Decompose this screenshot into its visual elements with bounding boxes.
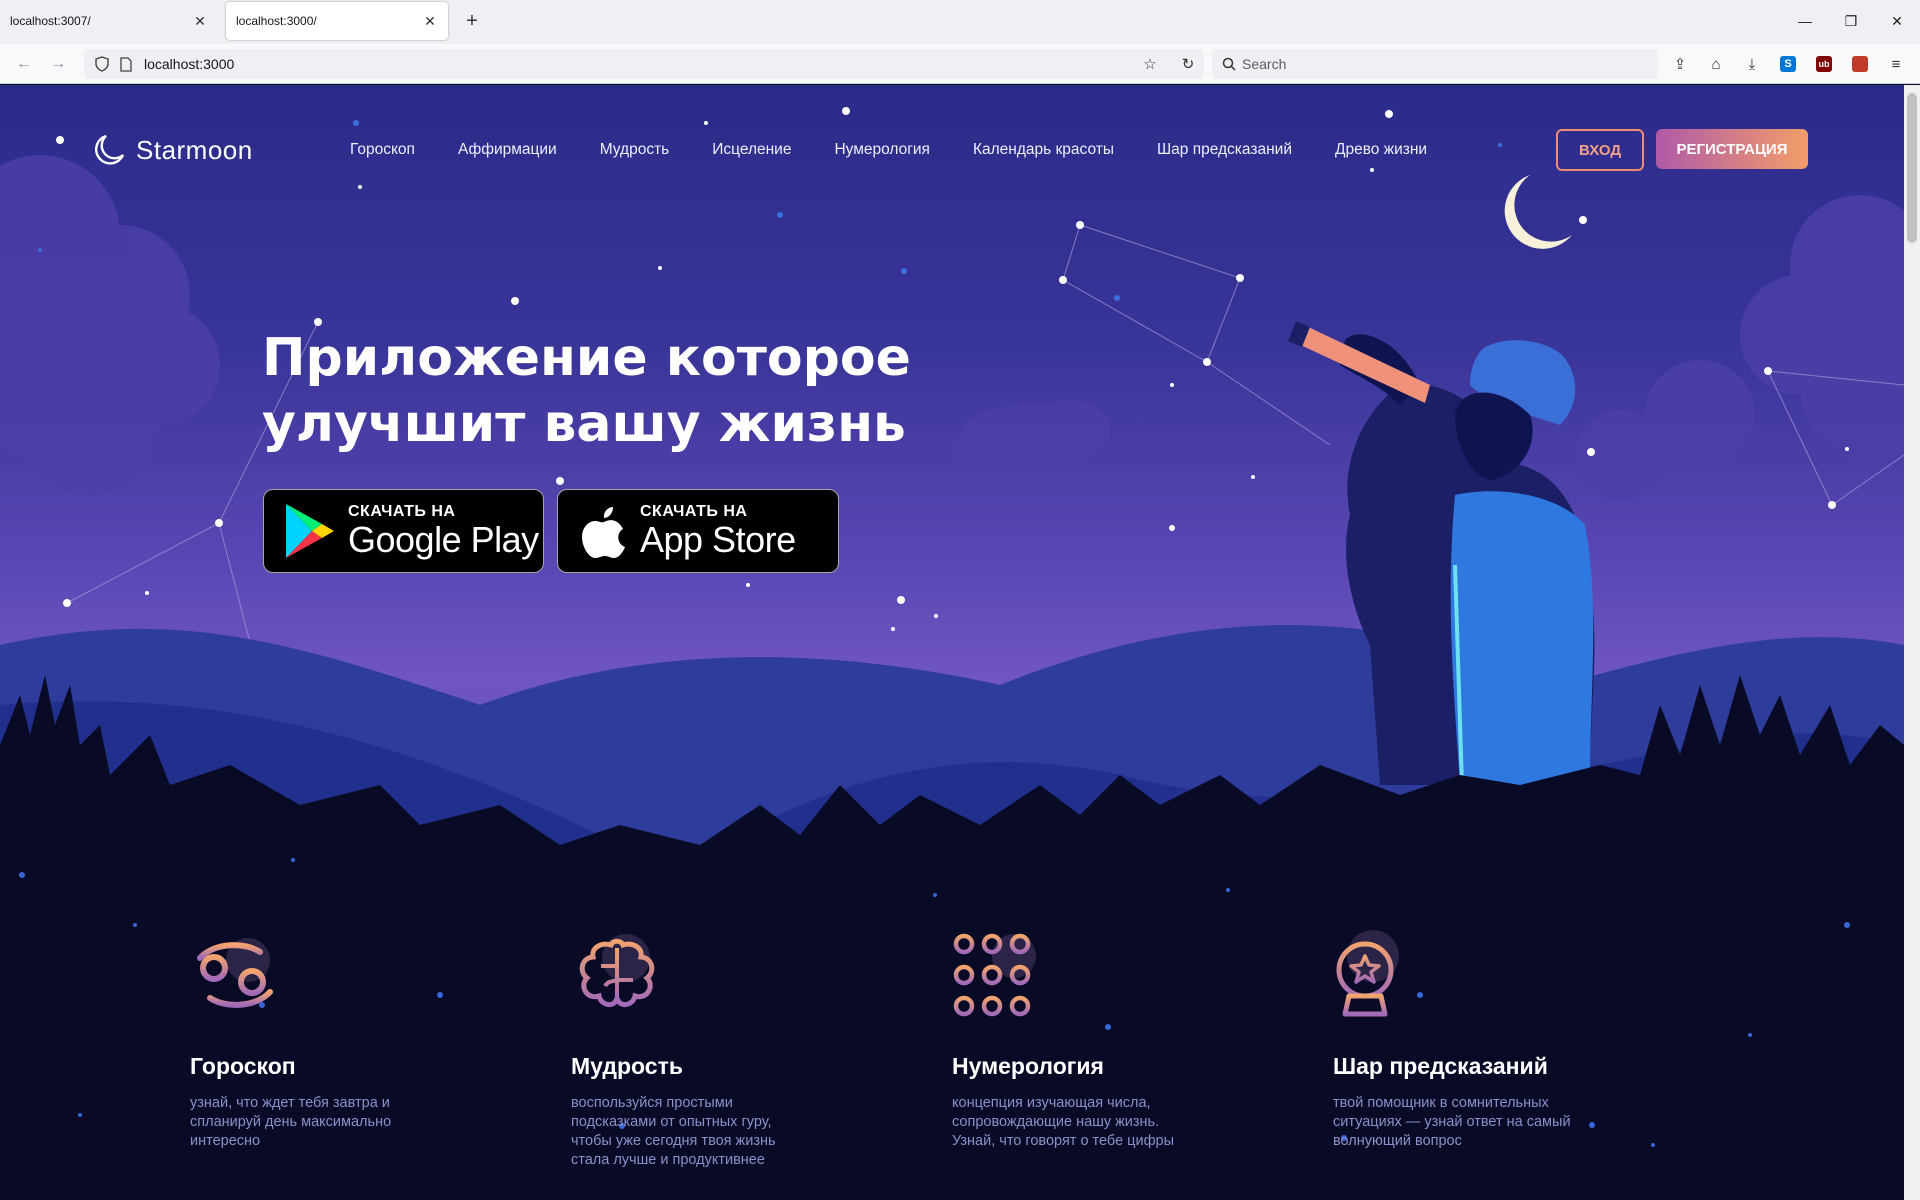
search-icon	[1222, 57, 1236, 71]
moon-icon	[1504, 175, 1572, 249]
headline-line-2: улучшит вашу жизнь	[262, 394, 906, 454]
close-tab-icon[interactable]: ✕	[422, 13, 438, 29]
feature-title: Шар предсказаний	[1333, 1053, 1548, 1079]
feature-description: воспользуйся простыми подсказками от опы…	[571, 1095, 776, 1168]
menu-item-horoscope[interactable]: Гороскоп	[350, 141, 415, 159]
skype-extension-icon[interactable]: S	[1776, 52, 1800, 76]
browser-tab[interactable]: localhost:3007/ ✕	[0, 2, 218, 40]
headline-line-1: Приложение которое	[262, 328, 911, 388]
ublock-extension-icon[interactable]: ub	[1812, 52, 1836, 76]
new-tab-icon[interactable]: +	[460, 10, 484, 34]
google-play-button[interactable]: СКАЧАТЬ НА Google Play	[263, 489, 544, 573]
forward-icon[interactable]: →	[46, 52, 70, 76]
download-icon[interactable]: ⤓	[1740, 52, 1764, 76]
menu-item-tree-of-life[interactable]: Древо жизни	[1335, 141, 1427, 159]
register-button[interactable]: РЕГИСТРАЦИЯ	[1656, 129, 1808, 169]
browser-tab-active[interactable]: localhost:3000/ ✕	[226, 2, 448, 40]
feature-prediction-ball[interactable]: Шар предсказаний твой помощник в сомните…	[1333, 930, 1633, 1151]
feature-wisdom[interactable]: Мудрость воспользуйся простыми подсказка…	[571, 930, 871, 1170]
app-store-button[interactable]: СКАЧАТЬ НА App Store	[557, 489, 839, 573]
search-input[interactable]	[1242, 56, 1622, 72]
menu-item-healing[interactable]: Исцеление	[712, 141, 791, 159]
restore-icon[interactable]: ❐	[1836, 8, 1866, 34]
tab-title: localhost:3007/	[10, 14, 91, 28]
feature-description: концепция изучающая числа, сопровождающи…	[952, 1095, 1174, 1149]
back-icon[interactable]: ←	[12, 52, 36, 76]
apple-icon	[582, 507, 625, 558]
reload-icon[interactable]: ↻	[1176, 52, 1200, 76]
close-window-icon[interactable]: ✕	[1882, 8, 1912, 34]
url-bar[interactable]: localhost:3000	[84, 49, 1204, 79]
scrollbar-thumb[interactable]	[1907, 93, 1917, 243]
page-scrollbar[interactable]	[1904, 85, 1920, 1200]
menu-hamburger-icon[interactable]: ≡	[1884, 52, 1908, 76]
brand-name: Starmoon	[136, 134, 253, 165]
cancer-zodiac-icon	[197, 938, 273, 1008]
hero-headline: Приложение которое улучшит вашу жизнь	[262, 325, 982, 457]
main-menu: Гороскоп Аффирмации Мудрость Исцеление Н…	[350, 141, 1470, 159]
page-viewport: Starmoon Гороскоп Аффирмации Мудрость Ис…	[0, 85, 1904, 1200]
menu-item-prediction-ball[interactable]: Шар предсказаний	[1157, 141, 1292, 159]
bookmark-star-icon[interactable]: ☆	[1138, 52, 1162, 76]
home-icon[interactable]: ⌂	[1704, 52, 1728, 76]
menu-item-affirmations[interactable]: Аффирмации	[458, 141, 557, 159]
extension-icon[interactable]	[1848, 52, 1872, 76]
tab-title: localhost:3000/	[236, 14, 317, 28]
feature-horoscope[interactable]: Гороскоп узнай, что ждет тебя завтра и с…	[190, 930, 490, 1151]
menu-item-wisdom[interactable]: Мудрость	[600, 141, 670, 159]
url-text[interactable]: localhost:3000	[144, 56, 234, 72]
google-play-big-label: Google Play	[348, 519, 539, 560]
login-button[interactable]: ВХОД	[1556, 129, 1644, 171]
feature-title: Мудрость	[571, 1053, 683, 1079]
menu-item-beauty-calendar[interactable]: Календарь красоты	[973, 141, 1114, 159]
search-bar[interactable]	[1212, 49, 1658, 79]
close-tab-icon[interactable]: ✕	[192, 13, 208, 29]
crystal-ball-icon	[1336, 930, 1399, 1017]
feature-numerology[interactable]: Нумерология концепция изучающая числа, с…	[952, 930, 1252, 1151]
browser-nav-bar: ← → localhost:3000 ☆ ↻ ⇪ ⌂ ⤓ S ub ≡	[0, 44, 1920, 84]
shield-icon[interactable]	[92, 54, 112, 74]
page-icon	[116, 54, 136, 74]
feature-description: твой помощник в сомнительных ситуациях —…	[1333, 1095, 1571, 1149]
number-grid-icon	[953, 933, 1036, 1017]
google-play-icon	[286, 504, 334, 558]
feature-description: узнай, что ждет тебя завтра и спланируй …	[190, 1095, 392, 1149]
feature-title: Гороскоп	[190, 1053, 296, 1079]
brain-icon	[579, 934, 655, 1007]
minimize-icon[interactable]: —	[1790, 8, 1820, 34]
site-logo[interactable]: Starmoon	[92, 133, 253, 167]
browser-tab-bar: localhost:3007/ ✕ localhost:3000/ ✕ + — …	[0, 0, 1920, 44]
app-store-big-label: App Store	[640, 519, 796, 560]
feature-title: Нумерология	[952, 1053, 1104, 1079]
menu-item-numerology[interactable]: Нумерология	[834, 141, 930, 159]
save-to-pocket-icon[interactable]: ⇪	[1668, 52, 1692, 76]
crescent-moon-logo-icon	[95, 134, 125, 165]
